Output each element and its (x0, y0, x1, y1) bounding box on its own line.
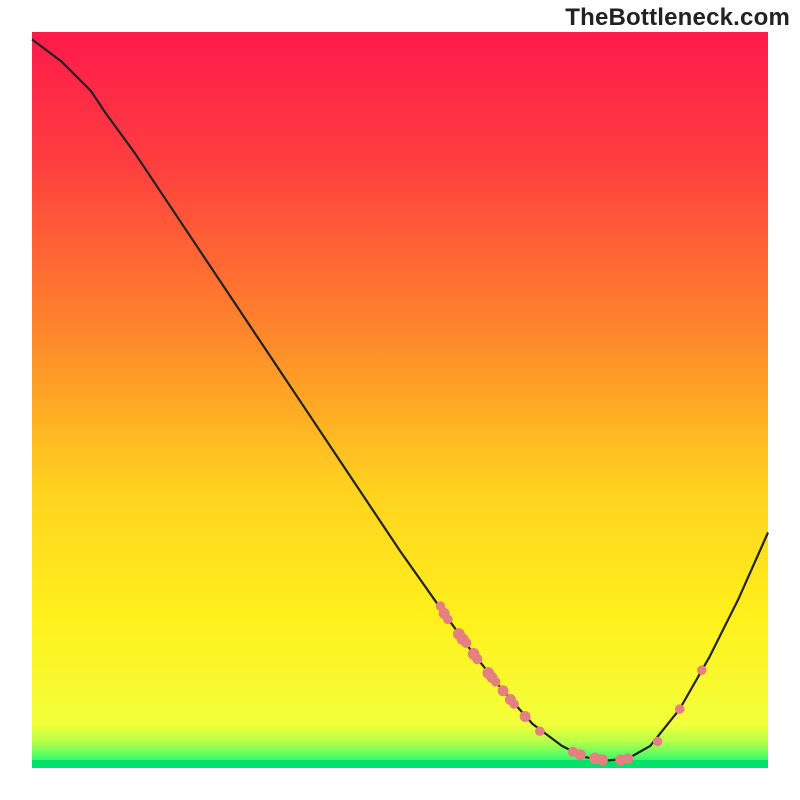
data-dot (535, 726, 545, 736)
plot-background (32, 32, 768, 768)
data-dot (520, 711, 531, 722)
data-dot (491, 677, 501, 687)
chart-svg (0, 0, 800, 800)
data-dot (597, 754, 608, 765)
data-dot (575, 749, 586, 760)
chart-container: TheBottleneck.com (0, 0, 800, 800)
data-dot (461, 638, 471, 648)
data-dot (653, 737, 663, 747)
data-dot (509, 699, 519, 709)
data-dot (472, 654, 482, 664)
data-dot (675, 704, 685, 714)
plot-baseline-band (32, 760, 768, 768)
data-dot (697, 665, 707, 675)
watermark-text: TheBottleneck.com (565, 4, 790, 32)
data-dot (498, 685, 509, 696)
data-dot (443, 615, 453, 625)
data-dot (623, 753, 633, 763)
